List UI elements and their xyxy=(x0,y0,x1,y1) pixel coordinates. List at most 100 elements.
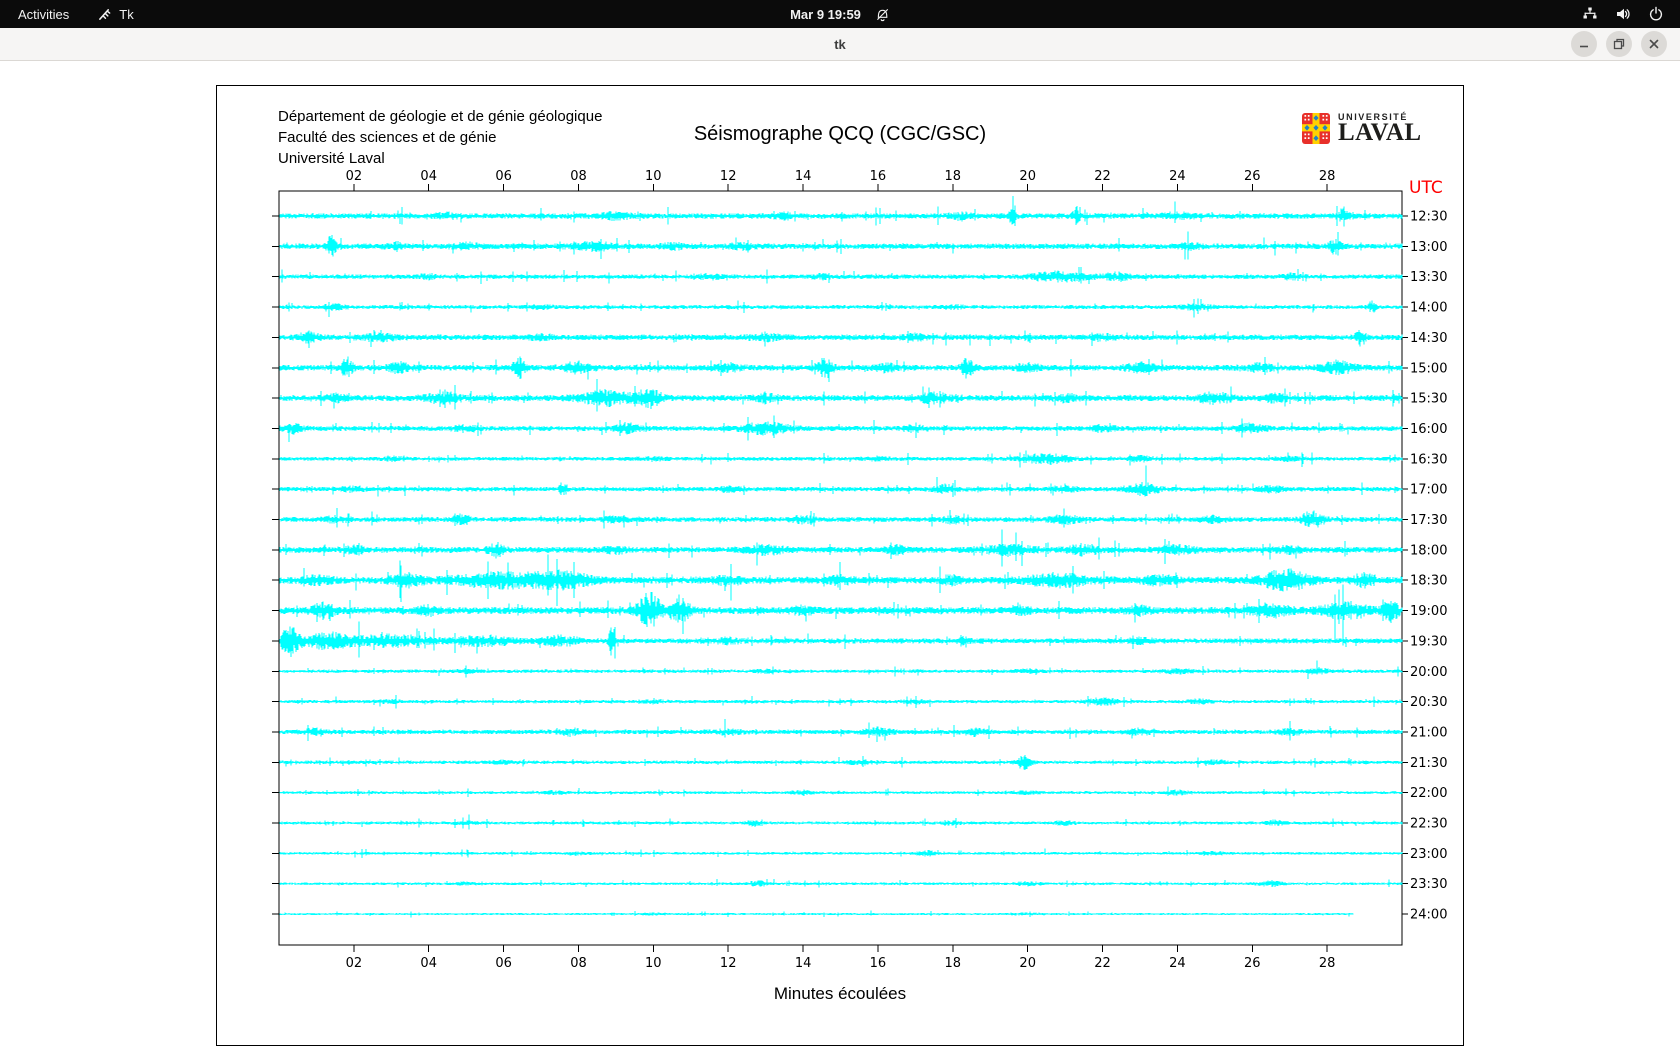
clock-label: Mar 9 19:59 xyxy=(790,6,861,22)
row-time-label: 15:00 xyxy=(1410,361,1447,376)
top-tick-label: 06 xyxy=(495,169,512,184)
seismo-trace xyxy=(279,814,1403,830)
clock-menu[interactable]: Mar 9 19:59 xyxy=(790,7,890,22)
bottom-tick-label: 02 xyxy=(346,956,363,971)
bottom-tick-label: 14 xyxy=(795,956,812,971)
top-tick-label: 10 xyxy=(645,169,662,184)
row-time-label: 13:30 xyxy=(1410,270,1447,285)
row-time-label: 21:30 xyxy=(1410,756,1447,771)
row-time-label: 14:30 xyxy=(1410,331,1447,346)
bottom-tick-label: 10 xyxy=(645,956,662,971)
restore-icon xyxy=(1613,38,1625,50)
bottom-tick-label: 12 xyxy=(720,956,737,971)
seismo-trace xyxy=(279,660,1403,679)
row-time-label: 18:00 xyxy=(1410,543,1447,558)
top-tick-label: 20 xyxy=(1019,169,1036,184)
row-time-label: 23:00 xyxy=(1410,847,1447,862)
row-time-label: 23:30 xyxy=(1410,877,1447,892)
row-time-label: 16:00 xyxy=(1410,422,1447,437)
row-time-label: 24:00 xyxy=(1410,908,1447,923)
seismo-trace xyxy=(279,694,1403,709)
window-title: tk xyxy=(834,36,846,52)
top-tick-label: 08 xyxy=(570,169,587,184)
system-status-area[interactable] xyxy=(1582,6,1680,22)
top-tick-label: 24 xyxy=(1169,169,1186,184)
window-titlebar[interactable]: tk xyxy=(0,28,1680,61)
seismo-trace xyxy=(279,755,1403,771)
seismo-trace xyxy=(279,719,1403,742)
seismo-trace xyxy=(279,415,1403,443)
bottom-tick-label: 22 xyxy=(1094,956,1111,971)
seismo-trace xyxy=(279,554,1403,606)
row-time-label: 19:30 xyxy=(1410,634,1447,649)
row-time-label: 20:00 xyxy=(1410,665,1447,680)
activities-button[interactable]: Activities xyxy=(18,7,69,22)
seismo-trace xyxy=(279,848,1403,858)
app-menu[interactable]: Tk xyxy=(97,6,134,22)
gnome-topbar: Activities Tk Mar 9 19:59 xyxy=(0,0,1680,28)
app-menu-label: Tk xyxy=(119,6,134,22)
seismo-trace xyxy=(279,621,1403,659)
row-time-label: 22:00 xyxy=(1410,786,1447,801)
row-time-label: 20:30 xyxy=(1410,695,1447,710)
utc-label: UTC xyxy=(1409,178,1443,198)
seismo-trace xyxy=(279,379,1403,412)
row-time-label: 17:30 xyxy=(1410,513,1447,528)
notifications-disabled-icon xyxy=(876,8,888,21)
row-time-label: 13:00 xyxy=(1410,240,1447,255)
minimize-icon xyxy=(1580,45,1588,48)
power-icon xyxy=(1649,6,1663,21)
seismo-trace xyxy=(279,450,1403,468)
row-time-label: 14:00 xyxy=(1410,301,1447,316)
seismo-trace xyxy=(279,507,1403,529)
top-tick-label: 22 xyxy=(1094,169,1111,184)
row-time-label: 19:00 xyxy=(1410,604,1447,619)
seismo-plot: 02 02 04 04 06 06 08 08 10 10 12 12 14 14 16 16 18 18 20 20… xyxy=(272,169,1447,971)
minimize-button[interactable] xyxy=(1571,31,1597,57)
seismo-trace xyxy=(279,356,1403,383)
seismo-trace xyxy=(279,786,1403,797)
bottom-tick-label: 28 xyxy=(1319,956,1336,971)
row-time-label: 18:30 xyxy=(1410,574,1447,589)
tk-app-icon xyxy=(99,8,111,20)
top-tick-label: 26 xyxy=(1244,169,1261,184)
seismo-trace xyxy=(279,231,1403,260)
bottom-tick-label: 26 xyxy=(1244,956,1261,971)
top-tick-label: 12 xyxy=(720,169,737,184)
top-tick-label: 14 xyxy=(795,169,812,184)
bottom-tick-label: 04 xyxy=(420,956,437,971)
seismo-trace xyxy=(279,330,1403,348)
seismo-trace xyxy=(279,529,1403,567)
network-icon xyxy=(1583,7,1597,19)
seismo-trace xyxy=(279,267,1403,285)
top-tick-label: 28 xyxy=(1319,169,1336,184)
row-time-label: 22:30 xyxy=(1410,817,1447,832)
close-icon xyxy=(1649,39,1659,49)
bottom-tick-label: 24 xyxy=(1169,956,1186,971)
seismo-trace xyxy=(279,465,1403,498)
row-time-label: 15:30 xyxy=(1410,392,1447,407)
seismo-trace xyxy=(279,910,1354,918)
seismo-trace xyxy=(279,879,1403,888)
bottom-tick-label: 16 xyxy=(870,956,887,971)
seismograph-canvas: Département de géologie et de génie géol… xyxy=(216,85,1464,1046)
top-tick-label: 18 xyxy=(945,169,962,184)
top-tick-label: 02 xyxy=(346,169,363,184)
row-time-label: 12:30 xyxy=(1410,210,1447,225)
row-time-label: 17:00 xyxy=(1410,483,1447,498)
row-time-label: 21:00 xyxy=(1410,725,1447,740)
top-tick-label: 04 xyxy=(420,169,437,184)
restore-button[interactable] xyxy=(1606,31,1632,57)
seismo-trace xyxy=(279,195,1403,227)
volume-icon xyxy=(1617,8,1630,20)
x-axis-title: Minutes écoulées xyxy=(773,984,907,1003)
seismo-trace xyxy=(279,584,1403,646)
window-body: Département de géologie et de génie géol… xyxy=(0,61,1680,1050)
top-tick-label: 16 xyxy=(870,169,887,184)
bottom-tick-label: 20 xyxy=(1019,956,1036,971)
close-button[interactable] xyxy=(1641,31,1667,57)
bottom-tick-label: 08 xyxy=(570,956,587,971)
bottom-tick-label: 18 xyxy=(945,956,962,971)
row-time-label: 16:30 xyxy=(1410,452,1447,467)
bottom-tick-label: 06 xyxy=(495,956,512,971)
